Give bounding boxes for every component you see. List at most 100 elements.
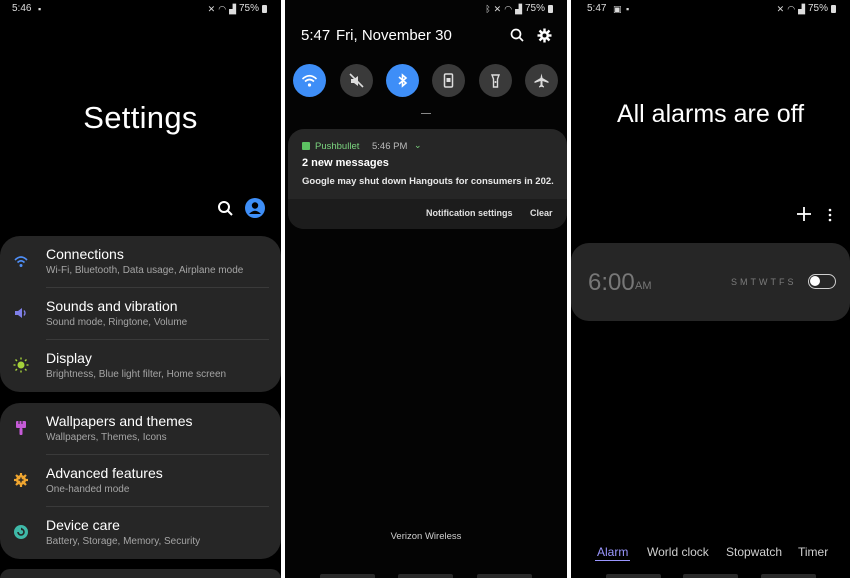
settings-item-subtitle: One-handed mode — [46, 484, 130, 495]
quick-toggle-flashlight[interactable] — [479, 64, 512, 97]
tab-timer[interactable]: Timer — [798, 545, 828, 559]
battery-percent: 75% — [238, 3, 259, 14]
settings-item-wallpapers[interactable]: Wallpapers and themes Wallpapers, Themes… — [0, 403, 281, 455]
cell-signal-icon: ▟ — [798, 3, 805, 14]
notification-icon: ▪ — [38, 4, 42, 14]
settings-item-label: Display — [46, 350, 92, 366]
page-title: Settings — [83, 100, 198, 135]
settings-item-subtitle: Brightness, Blue light filter, Home scre… — [46, 369, 227, 380]
quick-toggle-airplane[interactable] — [525, 64, 558, 97]
settings-item-label: Wallpapers and themes — [46, 413, 193, 429]
account-avatar[interactable] — [245, 198, 265, 218]
mute-icon: ✕ — [493, 3, 502, 14]
person-icon — [249, 202, 261, 214]
alarm-screen: 5:47 ▣ ▪ ✕ ◠ ▟ 75% All alarms are off 6:… — [571, 0, 850, 578]
search-icon[interactable] — [216, 199, 236, 219]
settings-item-label: Device care — [46, 517, 120, 533]
battery-icon — [262, 4, 267, 13]
settings-item-advanced[interactable]: Advanced features One-handed mode — [0, 455, 281, 507]
settings-item-connections[interactable]: Connections Wi-Fi, Bluetooth, Data usage… — [0, 236, 281, 288]
notification-title: 2 new messages — [302, 157, 389, 169]
nav-bar-segment — [683, 574, 738, 578]
bluetooth-icon — [398, 73, 408, 88]
page-title: All alarms are off — [616, 100, 805, 128]
more-options-icon[interactable] — [828, 208, 832, 222]
panel-handle[interactable] — [421, 113, 431, 114]
pushbullet-icon — [302, 142, 310, 150]
quick-toggle-sound[interactable] — [340, 64, 373, 97]
battery-percent: 75% — [524, 3, 545, 14]
wifi-signal-icon: ◠ — [787, 3, 796, 14]
image-notification-icon: ▣ — [613, 4, 622, 14]
settings-group-2: Wallpapers and themes Wallpapers, Themes… — [0, 403, 281, 559]
settings-group-1: Connections Wi-Fi, Bluetooth, Data usage… — [0, 236, 281, 392]
mute-icon: ✕ — [207, 3, 216, 14]
status-bar: 5:47 ▣ ▪ ✕ ◠ ▟ 75% — [571, 0, 850, 18]
clear-button[interactable]: Clear — [530, 208, 553, 218]
volume-icon — [15, 308, 26, 318]
alarm-item[interactable]: 6:00 AM SMTWTFS — [571, 243, 850, 321]
settings-item-sounds[interactable]: Sounds and vibration Sound mode, Rington… — [0, 288, 281, 340]
notification-shade-screen: ᛒ ✕ ◠ ▟ 75% 5:47 Fri, November 30 Pushbu… — [285, 0, 567, 578]
rotate-icon — [443, 73, 454, 88]
notification-settings-button[interactable]: Notification settings — [426, 208, 513, 218]
cell-signal-icon: ▟ — [515, 3, 522, 14]
battery-percent: 75% — [807, 3, 828, 14]
nav-bar-segment — [761, 574, 816, 578]
settings-item-label: Sounds and vibration — [46, 298, 178, 314]
settings-item-device-care[interactable]: Device care Battery, Storage, Memory, Se… — [0, 507, 281, 559]
add-alarm-button[interactable] — [796, 206, 812, 222]
airplane-icon — [534, 73, 549, 88]
screenshot-collage: 5:46 ▪ ✕ ◠ ▟ 75% Settings Connections Wi… — [0, 0, 850, 578]
nav-bar-segment — [398, 574, 453, 578]
settings-item-label: Connections — [46, 246, 124, 262]
device-care-icon — [14, 525, 28, 539]
gear-plus-icon — [14, 473, 28, 487]
date: Fri, November 30 — [336, 27, 452, 44]
quick-toggle-bluetooth[interactable] — [386, 64, 419, 97]
nav-bar-segment — [606, 574, 661, 578]
clock: 5:47 — [301, 27, 331, 44]
tab-world-clock[interactable]: World clock — [647, 545, 709, 559]
wifi-signal-icon: ◠ — [218, 3, 227, 14]
battery-icon — [548, 4, 553, 13]
nav-bar-segment — [320, 574, 375, 578]
settings-item-subtitle: Sound mode, Ringtone, Volume — [46, 317, 188, 328]
mute-icon: ✕ — [776, 3, 785, 14]
gear-icon[interactable] — [536, 27, 553, 44]
wifi-signal-icon: ◠ — [504, 3, 513, 14]
carrier-label: Verizon Wireless — [390, 531, 462, 542]
toggle-knob — [810, 276, 820, 286]
mute-icon — [349, 73, 364, 88]
flashlight-icon — [490, 74, 501, 88]
chevron-down-icon[interactable]: ⌄ — [414, 140, 422, 151]
tab-stopwatch[interactable]: Stopwatch — [726, 545, 782, 559]
alarm-days: SMTWTFS — [731, 277, 797, 287]
sun-icon — [13, 357, 29, 373]
tab-alarm[interactable]: Alarm — [597, 545, 628, 559]
settings-screen: 5:46 ▪ ✕ ◠ ▟ 75% Settings Connections Wi… — [0, 0, 281, 578]
quick-toggle-wifi[interactable] — [293, 64, 326, 97]
settings-item-display[interactable]: Display Brightness, Blue light filter, H… — [0, 340, 281, 392]
status-bar: ᛒ ✕ ◠ ▟ 75% — [285, 0, 567, 18]
bluetooth-status-icon: ᛒ — [485, 3, 491, 14]
settings-item-subtitle: Wi-Fi, Bluetooth, Data usage, Airplane m… — [46, 265, 244, 276]
nav-bar-segment — [477, 574, 532, 578]
wifi-icon — [301, 74, 318, 87]
battery-icon — [831, 4, 836, 13]
status-time: 5:47 — [587, 3, 607, 14]
active-tab-indicator — [595, 560, 630, 561]
quick-toggle-auto-rotate[interactable] — [432, 64, 465, 97]
settings-item-label: Advanced features — [46, 465, 163, 481]
notification-app-name: Pushbullet — [315, 141, 360, 152]
settings-item-subtitle: Wallpapers, Themes, Icons — [46, 432, 167, 443]
notification-time: 5:46 PM — [372, 141, 408, 152]
settings-group-3-partial — [0, 569, 281, 578]
notification-card[interactable]: Pushbullet 5:46 PM ⌄ 2 new messages Goog… — [288, 129, 567, 229]
notification-body: Google may shut down Hangouts for consum… — [302, 176, 554, 187]
alarm-toggle[interactable] — [808, 274, 836, 289]
brush-icon — [16, 421, 26, 435]
cell-signal-icon: ▟ — [229, 3, 236, 14]
wifi-icon — [14, 256, 28, 267]
search-icon[interactable] — [509, 27, 526, 44]
